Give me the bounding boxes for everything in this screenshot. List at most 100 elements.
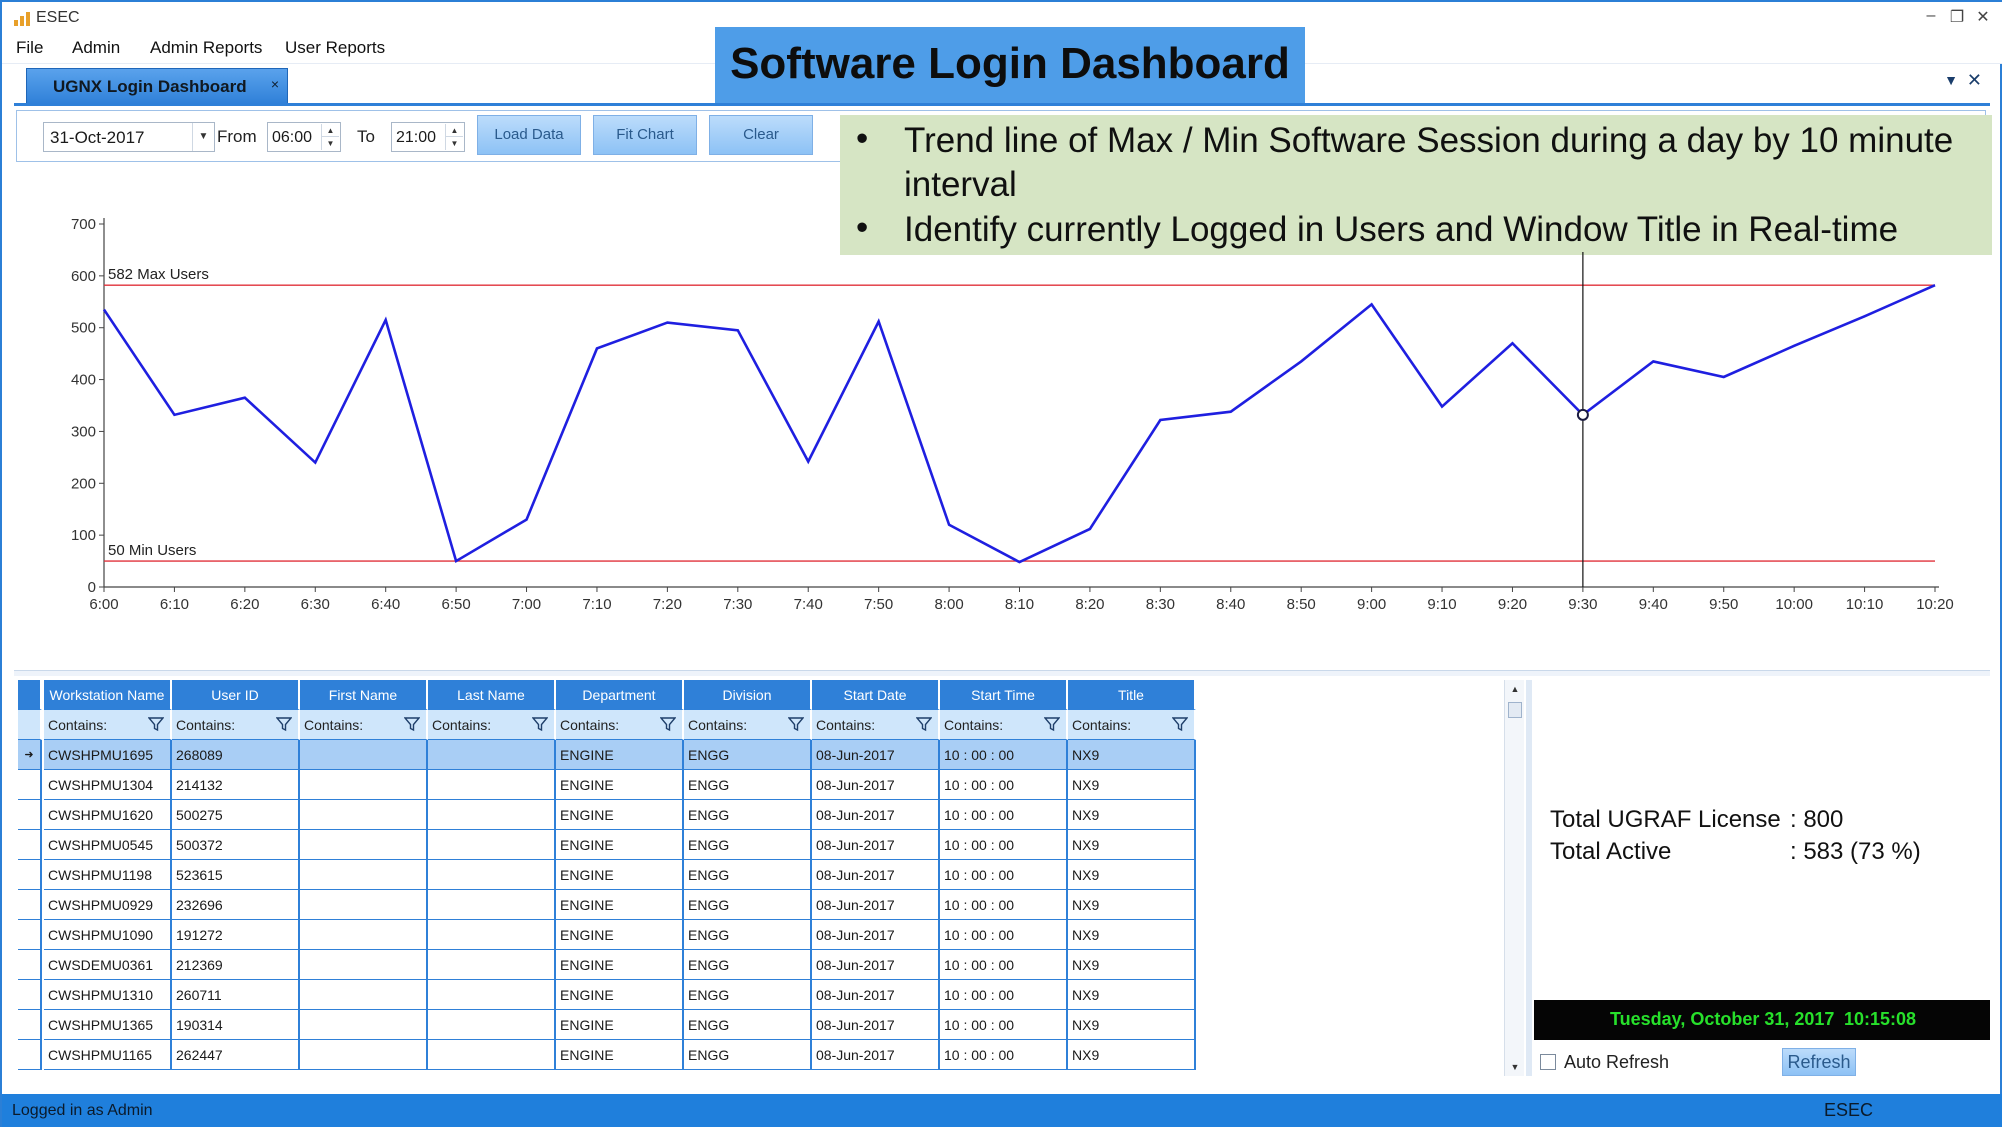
table-row[interactable]: CWSDEMU0361 212369 ENGINE ENGG 08-Jun-2017 10… [18, 950, 1196, 980]
filter-funnel-icon[interactable] [404, 716, 420, 732]
column-filter[interactable]: Contains: [556, 710, 684, 740]
tab-close-icon[interactable]: × [271, 76, 279, 92]
column-filter[interactable]: Contains: [940, 710, 1068, 740]
table-row[interactable]: CWSHPMU1198 523615 ENGINE ENGG 08-Jun-2017 10… [18, 860, 1196, 890]
data-point[interactable] [877, 319, 881, 323]
pane-menu-icon[interactable]: ▼ [1944, 72, 1958, 88]
filter-funnel-icon[interactable] [788, 716, 804, 732]
table-row[interactable]: CWSHPMU0545 500372 ENGINE ENGG 08-Jun-2017 10… [18, 830, 1196, 860]
sessions-line-chart[interactable]: 0 100 200 300 400 500 600 700 6:00 6:10 6:20 6:30 6:… [2, 202, 2002, 622]
column-filter[interactable]: Contains: [812, 710, 940, 740]
table-row[interactable]: CWSHPMU1165 262447 ENGINE ENGG 08-Jun-2017 10… [18, 1040, 1196, 1070]
table-row[interactable]: CWSHPMU0929 232696 ENGINE ENGG 08-Jun-2017 10… [18, 890, 1196, 920]
column-filter[interactable]: Contains: [172, 710, 300, 740]
grid-scrollbar[interactable]: ▲ ▼ [1504, 680, 1524, 1076]
column-filter[interactable]: Contains: [1068, 710, 1196, 740]
menu-admin-reports[interactable]: Admin Reports [150, 38, 262, 58]
cursor-data-point[interactable] [1576, 408, 1589, 421]
close-icon[interactable]: ✕ [1970, 7, 1996, 27]
auto-refresh-checkbox[interactable]: Auto Refresh [1540, 1050, 1740, 1074]
checkbox-icon[interactable] [1540, 1054, 1556, 1070]
horizontal-splitter[interactable] [14, 670, 1990, 676]
table-row[interactable]: CWSHPMU1304 214132 ENGINE ENGG 08-Jun-2017 10… [18, 770, 1196, 800]
data-point[interactable] [1088, 527, 1092, 531]
table-row[interactable]: CWSHPMU1090 191272 ENGINE ENGG 08-Jun-2017 10… [18, 920, 1196, 950]
series-line[interactable] [102, 284, 1936, 564]
data-point[interactable] [595, 346, 599, 350]
column-filter[interactable]: Contains: [300, 710, 428, 740]
data-point[interactable] [172, 413, 176, 417]
column-filter[interactable]: Contains: [428, 710, 556, 740]
column-header[interactable]: User ID [172, 680, 300, 710]
data-point[interactable] [1440, 405, 1444, 409]
filter-funnel-icon[interactable] [1172, 716, 1188, 732]
scroll-thumb[interactable] [1508, 702, 1522, 718]
data-point[interactable] [947, 523, 951, 527]
to-time-stepper[interactable]: 21:00 ▲ ▼ [391, 122, 465, 152]
menu-admin[interactable]: Admin [72, 38, 120, 58]
scroll-up-icon[interactable]: ▲ [1505, 680, 1525, 698]
spin-down-icon[interactable]: ▼ [322, 137, 339, 150]
spin-up-icon[interactable]: ▲ [446, 124, 463, 137]
menu-user-reports[interactable]: User Reports [285, 38, 385, 58]
filter-funnel-icon[interactable] [532, 716, 548, 732]
column-filter[interactable]: Contains: [44, 710, 172, 740]
date-picker[interactable]: 31-Oct-2017 ▼ [43, 122, 215, 152]
data-point[interactable] [806, 460, 810, 464]
table-row[interactable]: CWSHPMU1620 500275 ENGINE ENGG 08-Jun-2017 10… [18, 800, 1196, 830]
data-point[interactable] [1370, 302, 1374, 306]
data-point[interactable] [1651, 359, 1655, 363]
menu-file[interactable]: File [16, 38, 43, 58]
reference-line-label: 50 Min Users [108, 542, 196, 559]
table-row[interactable]: CWSHPMU1310 260711 ENGINE ENGG 08-Jun-2017 10… [18, 980, 1196, 1010]
data-point[interactable] [665, 321, 669, 325]
column-header[interactable]: Workstation Name [44, 680, 172, 710]
column-header[interactable]: Title [1068, 680, 1196, 710]
data-point[interactable] [243, 396, 247, 400]
data-point[interactable] [384, 318, 388, 322]
minimize-icon[interactable]: – [1918, 7, 1944, 25]
column-header[interactable]: Start Date [812, 680, 940, 710]
tab-ugnx-login-dashboard[interactable]: UGNX Login Dashboard × [26, 68, 288, 104]
chevron-down-icon[interactable]: ▼ [192, 123, 214, 151]
refresh-button[interactable]: Refresh [1782, 1048, 1856, 1076]
data-point[interactable] [1158, 418, 1162, 422]
data-point[interactable] [736, 328, 740, 332]
column-header[interactable]: Division [684, 680, 812, 710]
column-header[interactable]: First Name [300, 680, 428, 710]
restore-icon[interactable]: ❐ [1944, 7, 1970, 27]
filter-funnel-icon[interactable] [276, 716, 292, 732]
grid-filter-row[interactable]: Contains: Contains: Contains: Contains: Cont… [18, 710, 1196, 740]
data-point[interactable] [102, 308, 106, 312]
data-point[interactable] [1933, 283, 1937, 287]
data-point[interactable] [1299, 359, 1303, 363]
fit-chart-button[interactable]: Fit Chart [593, 115, 697, 155]
spin-up-icon[interactable]: ▲ [322, 124, 339, 137]
vertical-splitter[interactable] [1526, 680, 1532, 1076]
from-time-stepper[interactable]: 06:00 ▲ ▼ [267, 122, 341, 152]
table-row[interactable]: CWSHPMU1365 190314 ENGINE ENGG 08-Jun-2017 10… [18, 1010, 1196, 1040]
filter-funnel-icon[interactable] [916, 716, 932, 732]
data-point[interactable] [1722, 375, 1726, 379]
data-point[interactable] [525, 518, 529, 522]
data-point[interactable] [1229, 410, 1233, 414]
data-point[interactable] [1018, 560, 1022, 564]
column-filter[interactable]: Contains: [684, 710, 812, 740]
data-point[interactable] [1863, 314, 1867, 318]
data-point[interactable] [1510, 341, 1514, 345]
spin-down-icon[interactable]: ▼ [446, 137, 463, 150]
pane-close-icon[interactable]: ✕ [1967, 70, 1982, 91]
filter-funnel-icon[interactable] [660, 716, 676, 732]
clear-button[interactable]: Clear [709, 115, 813, 155]
load-data-button[interactable]: Load Data [477, 115, 581, 155]
column-header[interactable]: Last Name [428, 680, 556, 710]
data-point[interactable] [454, 559, 458, 563]
data-point[interactable] [1792, 344, 1796, 348]
data-point[interactable] [313, 461, 317, 465]
scroll-down-icon[interactable]: ▼ [1505, 1058, 1525, 1076]
filter-funnel-icon[interactable] [148, 716, 164, 732]
table-row[interactable]: ➜ CWSHPMU1695 268089 ENGINE ENGG 08-Jun-2017 1… [18, 740, 1196, 770]
column-header[interactable]: Department [556, 680, 684, 710]
column-header[interactable]: Start Time [940, 680, 1068, 710]
filter-funnel-icon[interactable] [1044, 716, 1060, 732]
